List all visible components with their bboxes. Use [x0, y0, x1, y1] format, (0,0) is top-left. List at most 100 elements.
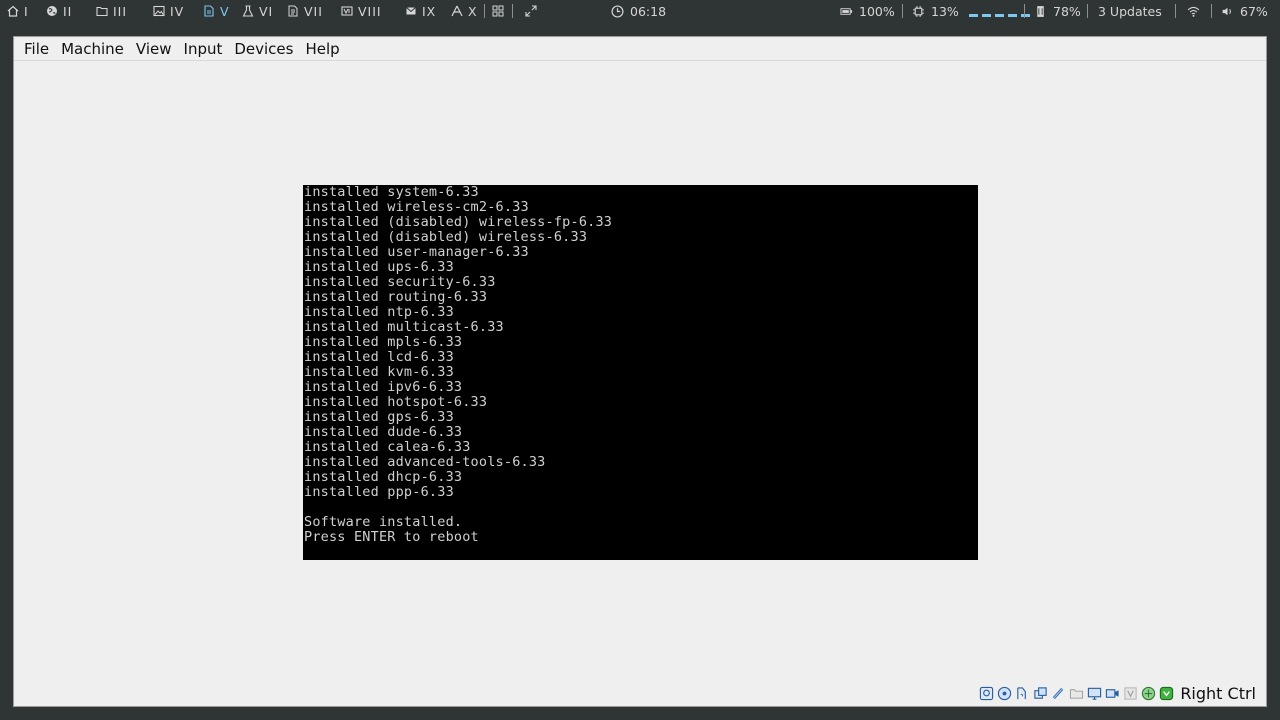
- virtualbox-icon: [341, 6, 353, 16]
- menu-help[interactable]: Help: [299, 37, 345, 61]
- console-line: installed ntp-6.33: [304, 304, 454, 320]
- memory-icon: [1037, 5, 1044, 17]
- divider: [512, 4, 513, 18]
- console-line: installed (disabled) wireless-fp-6.33: [304, 214, 613, 230]
- console-line: installed multicast-6.33: [304, 319, 504, 335]
- workspace-label: V: [220, 3, 230, 19]
- menu-input[interactable]: Input: [178, 37, 229, 61]
- top-status-bar: I II III IV V VI VII VIII IX X 06:18 100…: [0, 0, 1280, 22]
- divider: [484, 4, 485, 18]
- wifi-status[interactable]: [1187, 0, 1200, 22]
- workspace-label: III: [113, 3, 128, 19]
- shared-folder-icon: [1069, 688, 1083, 699]
- image-icon: [153, 5, 165, 17]
- audio-status[interactable]: [1014, 685, 1030, 701]
- hard-disk-status[interactable]: [978, 685, 994, 701]
- divider: [1175, 4, 1176, 18]
- menu-view[interactable]: View: [130, 37, 178, 61]
- mouse-integration-status[interactable]: [1140, 685, 1156, 701]
- recording-icon: [1105, 688, 1119, 698]
- mail-icon: [406, 7, 416, 15]
- menu-machine[interactable]: Machine: [55, 37, 130, 61]
- optical-drive-status[interactable]: [996, 685, 1012, 701]
- console-line: installed user-manager-6.33: [304, 244, 529, 260]
- volume-percent: 67%: [1240, 3, 1268, 19]
- keyboard-status[interactable]: [1158, 685, 1174, 701]
- workspace-1[interactable]: I: [7, 0, 29, 22]
- console-line: installed system-6.33: [304, 185, 479, 200]
- workspace-3[interactable]: III: [96, 0, 127, 22]
- volume-status[interactable]: 67%: [1221, 0, 1268, 22]
- battery-status[interactable]: 100%: [840, 0, 895, 22]
- console-line: installed routing-6.33: [304, 289, 488, 305]
- workspace-5[interactable]: V: [203, 0, 230, 22]
- display-icon: [1087, 687, 1101, 700]
- workspace-8[interactable]: VIII: [341, 0, 382, 22]
- menu-devices[interactable]: Devices: [228, 37, 299, 61]
- shared-folder-status[interactable]: [1068, 685, 1084, 701]
- memory-percent: 78%: [1053, 3, 1081, 19]
- memory-status[interactable]: 78%: [1034, 0, 1081, 22]
- layout-toggle[interactable]: [492, 0, 504, 22]
- file-text-icon: [288, 5, 298, 17]
- clock-time: 06:18: [630, 3, 667, 19]
- vm-console-screen[interactable]: installed system-6.33 installed wireless-…: [303, 185, 978, 560]
- console-line: installed wireless-cm2-6.33: [304, 199, 529, 215]
- workspace-label: VII: [304, 3, 323, 19]
- usb-status[interactable]: [1050, 685, 1066, 701]
- console-line: installed security-6.33: [304, 274, 496, 290]
- virtualization-icon: [1124, 686, 1137, 700]
- host-key-label: Right Ctrl: [1180, 683, 1256, 703]
- battery-icon: [840, 7, 853, 15]
- workspace-9[interactable]: IX: [405, 0, 436, 22]
- console-line: installed dhcp-6.33: [304, 469, 463, 485]
- keyboard-icon: [1159, 686, 1173, 700]
- vm-menubar: File Machine View Input Devices Help: [14, 37, 1266, 61]
- expand-icon: [525, 5, 537, 17]
- battery-percent: 100%: [859, 3, 895, 19]
- clock[interactable]: 06:18: [611, 0, 666, 22]
- document-icon: [204, 5, 214, 17]
- divider: [1087, 4, 1088, 18]
- workspace-label: VIII: [358, 3, 382, 19]
- network-status[interactable]: [1032, 685, 1048, 701]
- mouse-integration-icon: [1141, 686, 1155, 700]
- console-line: installed (disabled) wireless-6.33: [304, 229, 588, 245]
- workspace-label: I: [24, 3, 29, 19]
- vm-status-bar: Right Ctrl: [978, 683, 1256, 703]
- hard-disk-icon: [979, 686, 993, 700]
- volume-icon: [1222, 7, 1231, 15]
- console-line: installed kvm-6.33: [304, 364, 454, 380]
- globe-icon: [47, 6, 57, 16]
- console-line: installed gps-6.33: [304, 409, 454, 425]
- workspace-6[interactable]: VI: [242, 0, 273, 22]
- recording-status[interactable]: [1104, 685, 1120, 701]
- workspace-label: VI: [259, 3, 274, 19]
- console-line: installed ipv6-6.33: [304, 379, 463, 395]
- inkscape-icon: [451, 5, 463, 17]
- grid-layout-icon: [492, 5, 504, 17]
- display-status[interactable]: [1086, 685, 1102, 701]
- workspace-label: X: [468, 3, 478, 19]
- cpu-usage-graph: [968, 5, 1030, 17]
- workspace-7[interactable]: VII: [287, 0, 323, 22]
- console-output: installed system-6.33 installed wireless-…: [304, 185, 612, 545]
- console-line: installed dude-6.33: [304, 424, 463, 440]
- virtualization-status[interactable]: [1122, 685, 1138, 701]
- workspace-4[interactable]: IV: [153, 0, 184, 22]
- workspace-label: IV: [170, 3, 185, 19]
- menu-file[interactable]: File: [18, 37, 55, 61]
- usb-icon: [1052, 687, 1064, 699]
- optical-drive-icon: [997, 686, 1011, 700]
- cpu-status[interactable]: 13%: [912, 0, 1030, 22]
- workspace-label: IX: [422, 3, 437, 19]
- cpu-percent: 13%: [931, 3, 959, 19]
- fullscreen-toggle[interactable]: [525, 0, 537, 22]
- console-line: installed ppp-6.33: [304, 484, 454, 500]
- console-line: Press ENTER to reboot: [304, 529, 479, 545]
- updates-status[interactable]: 3 Updates: [1098, 0, 1162, 22]
- workspace-10[interactable]: X: [451, 0, 478, 22]
- workspace-2[interactable]: II: [46, 0, 72, 22]
- flask-icon: [242, 5, 254, 17]
